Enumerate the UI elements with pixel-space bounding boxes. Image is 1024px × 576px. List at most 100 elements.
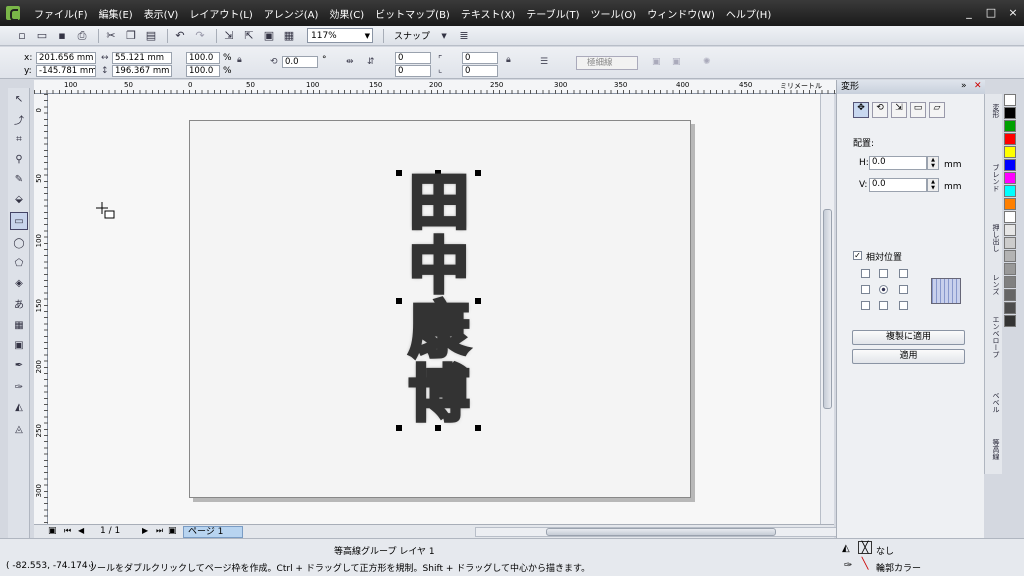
anchor-mr[interactable]: [899, 285, 908, 294]
mirror-h-icon[interactable]: ⇹: [346, 57, 354, 67]
color-swatch[interactable]: [1004, 276, 1016, 288]
smart-fill-icon[interactable]: ⬙: [10, 190, 28, 208]
anchor-center[interactable]: [879, 285, 888, 294]
lock-ratio-icon[interactable]: 🔒︎: [237, 55, 242, 65]
menu-table[interactable]: テーブル(T): [526, 6, 579, 21]
interactive-fill-icon[interactable]: ◬: [10, 420, 28, 438]
maximize-button[interactable]: □: [984, 6, 998, 19]
anchor-br[interactable]: [899, 301, 908, 310]
no-fill-icon[interactable]: ╳: [858, 541, 872, 554]
to-front-icon[interactable]: ▣: [652, 57, 661, 67]
menu-text[interactable]: テキスト(X): [461, 6, 515, 21]
h-position-field[interactable]: 0.0: [869, 156, 927, 170]
eyedropper-tool-icon[interactable]: ✒: [10, 356, 28, 374]
horizontal-scroll-thumb[interactable]: [546, 528, 776, 536]
width-field[interactable]: 55.121 mm: [112, 52, 172, 64]
color-swatch[interactable]: [1004, 250, 1016, 262]
fill-bucket-icon[interactable]: ◭: [10, 398, 28, 416]
menu-bitmap[interactable]: ビットマップ(B): [375, 6, 450, 21]
tab-envelope[interactable]: エンベロープ: [987, 316, 1001, 358]
import-icon[interactable]: ⇲: [221, 28, 237, 44]
v-position-field[interactable]: 0.0: [869, 178, 927, 192]
corner-field-1[interactable]: 0: [395, 52, 431, 64]
apply-to-duplicate-button[interactable]: 複製に適用: [852, 330, 965, 345]
color-swatch[interactable]: [1004, 237, 1016, 249]
menu-layout[interactable]: レイアウト(L): [189, 6, 252, 21]
new-file-icon[interactable]: ▫: [14, 28, 30, 44]
height-field[interactable]: 196.367 mm: [112, 65, 172, 77]
color-swatch[interactable]: [1004, 172, 1016, 184]
rotate-tab-icon[interactable]: ⟲: [872, 102, 888, 118]
color-swatch[interactable]: [1004, 133, 1016, 145]
app-launcher-icon[interactable]: ▣: [261, 28, 277, 44]
horizontal-scrollbar[interactable]: [475, 527, 855, 537]
menu-help[interactable]: ヘルプ(H): [726, 6, 771, 21]
scale-x-field[interactable]: 100.0: [186, 52, 220, 64]
mirror-v-icon[interactable]: ⇵: [367, 57, 375, 67]
outline-pen-icon[interactable]: ✑: [10, 378, 28, 396]
snap-menu[interactable]: スナップ: [394, 29, 430, 42]
options-icon[interactable]: ≣: [456, 28, 472, 44]
zoom-tool-icon[interactable]: ⚲: [10, 150, 28, 168]
menu-effects[interactable]: 効果(C): [329, 6, 364, 21]
tab-blend[interactable]: ブレンド: [987, 164, 1001, 192]
scale-y-field[interactable]: 100.0: [186, 65, 220, 77]
horizontal-ruler[interactable]: 100 50 0 50 100 150 200 250 300 350 400 …: [34, 80, 836, 94]
skew-tab-icon[interactable]: ▱: [929, 102, 945, 118]
welcome-icon[interactable]: ▦: [281, 28, 297, 44]
color-swatch[interactable]: [1004, 107, 1016, 119]
menu-arrange[interactable]: アレンジ(A): [264, 6, 319, 21]
paste-icon[interactable]: ▤: [143, 28, 159, 44]
open-folder-icon[interactable]: ▭: [34, 28, 50, 44]
tab-lens[interactable]: レンズ: [987, 274, 1001, 295]
tab-bevel[interactable]: ベベル: [987, 392, 1001, 413]
page-tab[interactable]: ページ 1: [183, 526, 243, 538]
anchor-tc[interactable]: [879, 269, 888, 278]
anchor-ml[interactable]: [861, 285, 870, 294]
undo-icon[interactable]: ↶: [172, 28, 188, 44]
scale-tab-icon[interactable]: ⇲: [891, 102, 907, 118]
add-page-icon[interactable]: ▣: [48, 526, 57, 536]
color-swatch[interactable]: [1004, 198, 1016, 210]
to-back-icon[interactable]: ▣: [672, 57, 681, 67]
color-swatch[interactable]: [1004, 94, 1016, 106]
tab-contour[interactable]: 等高線: [987, 439, 1001, 460]
relative-position-checkbox[interactable]: ✓: [853, 251, 862, 260]
corner-field-4[interactable]: 0: [462, 65, 498, 77]
corner-field-2[interactable]: 0: [395, 65, 431, 77]
add-page-icon[interactable]: ▣: [168, 526, 177, 536]
close-button[interactable]: ×: [1006, 6, 1020, 19]
vertical-ruler[interactable]: 0 50 100 150 200 250 300: [34, 94, 48, 524]
position-tab-icon[interactable]: ✥: [853, 102, 869, 118]
crop-tool-icon[interactable]: ⌗: [10, 130, 28, 148]
first-page-icon[interactable]: ⏮: [64, 526, 71, 536]
apply-button[interactable]: 適用: [852, 349, 965, 364]
color-swatch[interactable]: [1004, 159, 1016, 171]
minimize-button[interactable]: _: [962, 6, 976, 19]
menu-tools[interactable]: ツール(O): [591, 6, 637, 21]
close-docker-icon[interactable]: ✕: [974, 81, 982, 91]
menu-window[interactable]: ウィンドウ(W): [647, 6, 715, 21]
anchor-bc[interactable]: [879, 301, 888, 310]
vertical-scrollbar[interactable]: [820, 94, 834, 524]
interactive-tool-icon[interactable]: ▣: [10, 336, 28, 354]
basic-shapes-icon[interactable]: ◈: [10, 274, 28, 292]
anchor-bl[interactable]: [861, 301, 870, 310]
table-tool-icon[interactable]: ▦: [10, 316, 28, 334]
menu-view[interactable]: 表示(V): [144, 6, 179, 21]
cut-icon[interactable]: ✂: [103, 28, 119, 44]
color-swatch[interactable]: [1004, 146, 1016, 158]
print-icon[interactable]: ⎙: [74, 28, 90, 44]
zoom-level-select[interactable]: 117% ▼: [307, 28, 373, 43]
x-position-field[interactable]: 201.656 mm: [36, 52, 96, 64]
color-swatch[interactable]: [1004, 289, 1016, 301]
collapse-docker-icon[interactable]: »: [961, 81, 967, 91]
copy-icon[interactable]: ❐: [123, 28, 139, 44]
color-swatch[interactable]: [1004, 120, 1016, 132]
tab-extrude[interactable]: 押し出し: [987, 224, 1001, 252]
convert-curve-icon[interactable]: ✺: [703, 57, 711, 67]
corner-field-3[interactable]: 0: [462, 52, 498, 64]
v-spinner[interactable]: ▲ ▼: [927, 178, 939, 192]
menu-edit[interactable]: 編集(E): [99, 6, 133, 21]
prev-page-icon[interactable]: ◀: [78, 526, 84, 535]
